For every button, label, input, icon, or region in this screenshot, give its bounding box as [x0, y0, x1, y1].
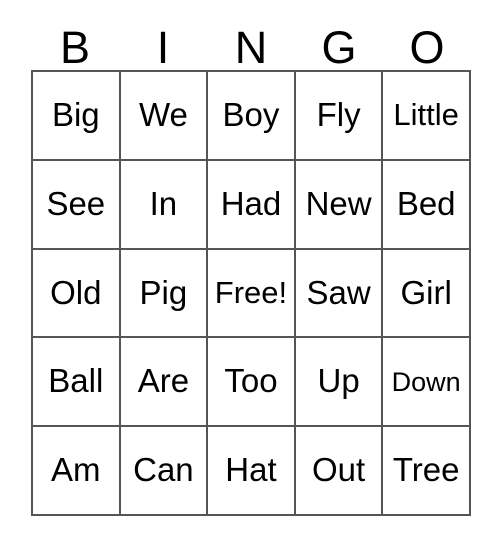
bingo-cell[interactable]: Down: [383, 338, 471, 428]
bingo-cell-label: Can: [133, 451, 194, 489]
bingo-cell[interactable]: In: [120, 160, 209, 250]
bingo-cell[interactable]: Girl: [383, 249, 471, 339]
bingo-cell[interactable]: Up: [295, 338, 384, 428]
bingo-cell[interactable]: Ball: [33, 338, 121, 428]
bingo-cell[interactable]: Hat: [208, 427, 296, 516]
bingo-cell[interactable]: New: [295, 160, 384, 250]
bingo-cell-label: Big: [51, 96, 100, 134]
bingo-cell-label: Down: [391, 366, 461, 397]
bingo-cell[interactable]: Saw: [295, 249, 384, 339]
bingo-header-letter-o: O: [383, 18, 471, 70]
header-letter-text: N: [234, 22, 268, 73]
bingo-cell-label: Little: [393, 97, 459, 133]
bingo-card: B I N G O Big We Boy Fly Little See In H…: [0, 0, 500, 544]
bingo-cell-label: Am: [51, 451, 101, 489]
bingo-header-letter-g: G: [295, 18, 383, 70]
bingo-cell-label: Fly: [316, 96, 361, 134]
bingo-cell-label: In: [149, 184, 178, 222]
bingo-cell-label: Saw: [306, 273, 371, 311]
bingo-cell[interactable]: Fly: [295, 72, 384, 161]
bingo-cell[interactable]: Old: [33, 249, 121, 339]
bingo-cell-label: Had: [220, 184, 282, 222]
bingo-cell-label: See: [46, 184, 106, 222]
bingo-cell[interactable]: Too: [208, 338, 296, 428]
bingo-cell-label: Are: [137, 362, 190, 400]
header-letter-text: O: [409, 22, 445, 73]
bingo-cell[interactable]: Boy: [208, 72, 296, 161]
bingo-cell[interactable]: Pig: [120, 249, 209, 339]
bingo-cell-label: Out: [311, 451, 366, 489]
bingo-cell-label: Girl: [400, 273, 452, 311]
bingo-cell-free-space[interactable]: Free!: [208, 249, 296, 339]
bingo-header-letter-n: N: [207, 18, 295, 70]
bingo-cell-label: Boy: [222, 96, 280, 134]
bingo-cell[interactable]: See: [33, 160, 121, 250]
bingo-header-letter-b: B: [31, 18, 119, 70]
bingo-cell-label: Free!: [214, 274, 288, 310]
bingo-cell-label: Hat: [225, 451, 277, 489]
bingo-cell[interactable]: Tree: [383, 427, 471, 516]
bingo-cell[interactable]: Had: [208, 160, 296, 250]
bingo-cell-label: Pig: [139, 273, 188, 311]
bingo-header-letter-i: I: [119, 18, 207, 70]
bingo-cell-label: New: [305, 184, 372, 222]
bingo-row: See In Had New Bed: [33, 160, 471, 250]
bingo-cell[interactable]: We: [120, 72, 209, 161]
bingo-cell[interactable]: Are: [120, 338, 209, 428]
bingo-cell-label: Tree: [392, 451, 460, 489]
bingo-header-row: B I N G O: [31, 18, 471, 70]
header-letter-text: I: [156, 22, 170, 73]
bingo-cell[interactable]: Am: [33, 427, 121, 516]
bingo-cell[interactable]: Out: [295, 427, 384, 516]
bingo-cell[interactable]: Bed: [383, 160, 471, 250]
bingo-cell-label: Ball: [48, 362, 104, 400]
bingo-row: Big We Boy Fly Little: [33, 72, 471, 161]
bingo-cell-label: Too: [224, 362, 278, 400]
bingo-cell[interactable]: Can: [120, 427, 209, 516]
bingo-cell[interactable]: Big: [33, 72, 121, 161]
bingo-cell-label: Bed: [396, 184, 456, 222]
header-letter-text: G: [321, 22, 357, 73]
bingo-cell-label: Up: [317, 362, 360, 400]
bingo-cell-label: We: [138, 96, 188, 134]
bingo-row: Old Pig Free! Saw Girl: [33, 249, 471, 339]
header-letter-text: B: [59, 22, 90, 73]
bingo-grid: Big We Boy Fly Little See In Had New Bed…: [31, 70, 471, 516]
bingo-row: Ball Are Too Up Down: [33, 338, 471, 428]
bingo-cell[interactable]: Little: [383, 72, 471, 161]
bingo-cell-label: Old: [50, 273, 102, 311]
bingo-row: Am Can Hat Out Tree: [33, 427, 471, 516]
